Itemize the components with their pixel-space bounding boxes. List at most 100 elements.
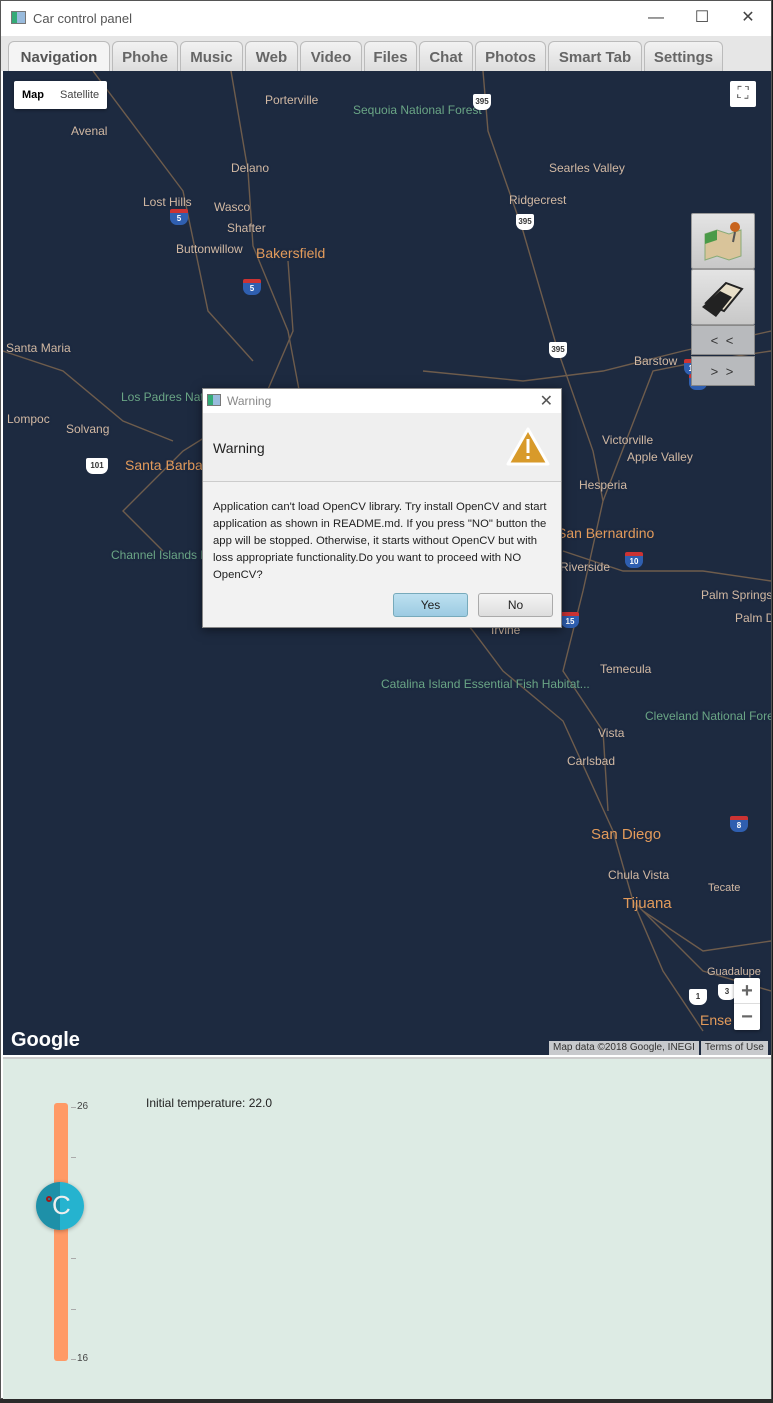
map-place-label: San Diego <box>591 826 662 843</box>
celsius-symbol: C <box>52 1190 71 1221</box>
zoom-in-button[interactable]: + <box>734 978 760 1004</box>
map-place-label: Porterville <box>265 93 319 107</box>
zoom-control: + − <box>734 978 760 1030</box>
close-button[interactable]: ✕ <box>733 7 763 29</box>
slider-tick <box>71 1258 76 1259</box>
climate-panel: 26 16 C Initial temperature: 22.0 <box>3 1057 771 1399</box>
map-place-label: Temecula <box>600 662 652 676</box>
map-place-label: Buttonwillow <box>176 242 243 256</box>
map-place-label: Riverside <box>560 560 611 574</box>
highway-shield: 8 <box>730 816 748 832</box>
highway-shield: 395 <box>516 214 534 230</box>
map-data-text: Map data ©2018 Google, INEGI <box>549 1041 699 1055</box>
map-place-label: Solvang <box>66 422 110 436</box>
background-console <box>0 1399 773 1403</box>
tab-bar: Navigation Phohe Music Web Video Files C… <box>1 36 771 73</box>
dialog-title: Warning <box>227 394 272 408</box>
map-place-label: Santa Maria <box>6 341 71 355</box>
map-pin-icon <box>704 222 742 261</box>
tab-video[interactable]: Video <box>300 41 362 72</box>
map-place-label: Palm Springs <box>701 588 771 602</box>
map-place-label: Lost Hills <box>143 195 192 209</box>
eraser-icon <box>702 281 744 317</box>
tab-chat[interactable]: Chat <box>419 41 473 72</box>
map-type-map-button[interactable]: Map <box>14 81 52 109</box>
slider-tick <box>71 1157 76 1158</box>
dialog-close-button[interactable]: ✕ <box>540 391 553 411</box>
map-place-label: Tijuana <box>623 895 672 912</box>
slider-tick <box>71 1107 76 1108</box>
dialog-header: Warning <box>203 413 561 482</box>
dialog-message: Application can't load OpenCV library. T… <box>213 501 547 581</box>
tab-smart-tab[interactable]: Smart Tab <box>548 41 642 72</box>
tab-music[interactable]: Music <box>180 41 243 72</box>
map-place-label: Vista <box>598 726 625 740</box>
maximize-button[interactable]: ☐ <box>687 7 717 29</box>
map-route-button[interactable] <box>691 213 755 269</box>
next-button[interactable]: > > <box>691 356 755 386</box>
map-attribution: Map data ©2018 Google, INEGI Terms of Us… <box>547 1041 768 1055</box>
map-place-label: Guadalupe <box>707 966 761 978</box>
google-logo: Google <box>11 1029 80 1051</box>
fullscreen-icon[interactable]: ⛶ <box>730 81 756 107</box>
map-type-satellite-button[interactable]: Satellite <box>52 81 107 109</box>
terms-of-use-link[interactable]: Terms of Use <box>700 1041 768 1055</box>
map-place-label: Shafter <box>227 221 266 235</box>
temperature-slider-track[interactable] <box>54 1103 68 1361</box>
map-place-label: Lompoc <box>7 412 50 426</box>
slider-min-label: 16 <box>77 1353 89 1364</box>
no-button[interactable]: No <box>478 593 553 617</box>
map-place-label: Ense <box>700 1012 732 1028</box>
app-icon <box>207 394 221 406</box>
map-park-label: Sequoia National Forest <box>353 103 482 117</box>
tab-files[interactable]: Files <box>364 41 417 72</box>
highway-shield: 15 <box>561 612 579 628</box>
initial-temperature-label: Initial temperature: 22.0 <box>146 1096 273 1110</box>
map-place-label: Apple Valley <box>627 450 693 464</box>
tab-navigation[interactable]: Navigation <box>8 41 110 73</box>
temperature-slider-knob[interactable]: C <box>36 1182 84 1231</box>
dialog-header-text: Warning <box>213 440 265 456</box>
map-place-label: Barstow <box>634 354 678 368</box>
tab-photos[interactable]: Photos <box>475 41 546 72</box>
warning-dialog: Warning ✕ Warning Application can't load… <box>202 388 562 628</box>
map-place-label: Ridgecrest <box>509 193 567 207</box>
highway-shield: 395 <box>549 342 567 358</box>
minimize-button[interactable]: — <box>641 7 671 29</box>
map-place-label: Chula Vista <box>608 868 670 882</box>
map-place-label: Searles Valley <box>549 161 625 175</box>
map-place-label: Carlsbad <box>567 754 616 768</box>
highway-shield: 5 <box>170 209 188 225</box>
highway-shield: 10 <box>625 552 643 568</box>
map-place-label: Wasco <box>214 200 251 214</box>
map-park-label: Catalina Island Essential Fish Habitat..… <box>381 677 590 691</box>
zoom-out-button[interactable]: − <box>734 1004 760 1030</box>
highway-shield: 5 <box>243 279 261 295</box>
main-window: Car control panel — ☐ ✕ Navigation Phohe… <box>0 0 772 1399</box>
highway-shield: 395 <box>473 94 491 110</box>
window-title: Car control panel <box>33 11 132 26</box>
previous-button[interactable]: < < <box>691 325 755 355</box>
dialog-title-bar: Warning ✕ <box>203 389 561 413</box>
slider-tick <box>71 1359 76 1360</box>
map-place-label: San Bernardino <box>557 525 655 541</box>
title-bar: Car control panel — ☐ ✕ <box>1 1 771 36</box>
map-place-label: Tecate <box>708 882 741 894</box>
app-icon <box>11 11 26 24</box>
map-place-label: Hesperia <box>579 478 628 492</box>
tab-web[interactable]: Web <box>245 41 298 72</box>
map-park-label: Cleveland National Forest <box>645 709 771 723</box>
slider-tick <box>71 1309 76 1310</box>
highway-shield: 1 <box>689 989 707 1005</box>
map-type-control: Map Satellite <box>14 81 108 109</box>
warning-icon <box>506 427 550 466</box>
map-place-label: Palm D <box>735 611 771 625</box>
slider-max-label: 26 <box>77 1101 89 1112</box>
map-park-label: Channel Islands National Park <box>111 548 273 562</box>
yes-button[interactable]: Yes <box>393 593 468 617</box>
tab-phone[interactable]: Phohe <box>112 41 178 72</box>
map-place-label: Bakersfield <box>256 245 326 261</box>
tab-settings[interactable]: Settings <box>644 41 723 72</box>
map-place-label: Victorville <box>602 433 654 447</box>
clear-route-button[interactable] <box>691 269 755 325</box>
